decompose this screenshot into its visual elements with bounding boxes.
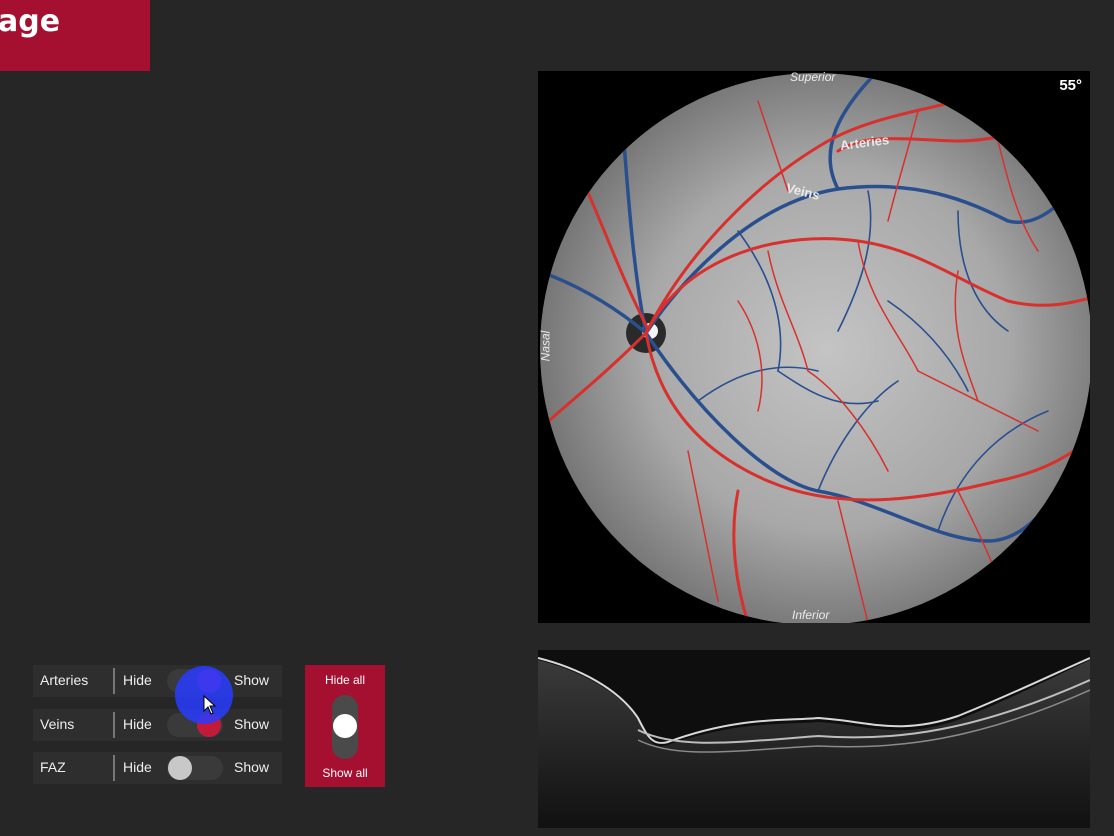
faz-toggle-switch[interactable]: [167, 756, 223, 780]
fundus-image-panel: 55° Superior Inferior Nasal Arteries Vei…: [538, 71, 1090, 623]
oct-scan-image: [538, 657, 1090, 828]
arteries-show-label: Show: [234, 672, 270, 688]
all-toggle-switch[interactable]: [332, 695, 358, 759]
faz-toggle-knob[interactable]: [168, 756, 192, 780]
show-all-label[interactable]: Show all: [305, 766, 385, 780]
veins-show-label: Show: [234, 716, 270, 732]
nasal-label: Nasal: [538, 330, 553, 362]
field-of-view-label: 55°: [1059, 77, 1082, 94]
arteries-toggle-label: Arteries: [40, 672, 89, 688]
inferior-label: Inferior: [792, 608, 830, 622]
page-title-tab: age: [0, 0, 150, 71]
veins-toggle-label: Veins: [40, 716, 75, 732]
faz-toggle-label: FAZ: [40, 759, 66, 775]
fundus-image: [540, 73, 1090, 623]
veins-hide-label: Hide: [123, 716, 152, 732]
mouse-cursor-icon: [203, 695, 217, 715]
faz-hide-label: Hide: [123, 759, 152, 775]
faz-toggle-row: FAZ Hide Show: [33, 752, 282, 784]
superior-label: Superior: [790, 71, 836, 84]
page-title: age: [0, 4, 61, 39]
all-toggle-knob[interactable]: [333, 714, 357, 738]
arteries-hide-label: Hide: [123, 672, 152, 688]
veins-toggle-row: Veins Hide Show: [33, 709, 282, 741]
hide-all-label[interactable]: Hide all: [305, 673, 385, 687]
divider: [113, 668, 115, 694]
faz-show-label: Show: [234, 759, 270, 775]
divider: [113, 712, 115, 738]
oct-scan-panel: [538, 650, 1090, 828]
show-hide-all-toggle[interactable]: Hide all Show all: [305, 665, 385, 787]
arteries-toggle-row: Arteries Hide Show: [33, 665, 282, 697]
divider: [113, 755, 115, 781]
